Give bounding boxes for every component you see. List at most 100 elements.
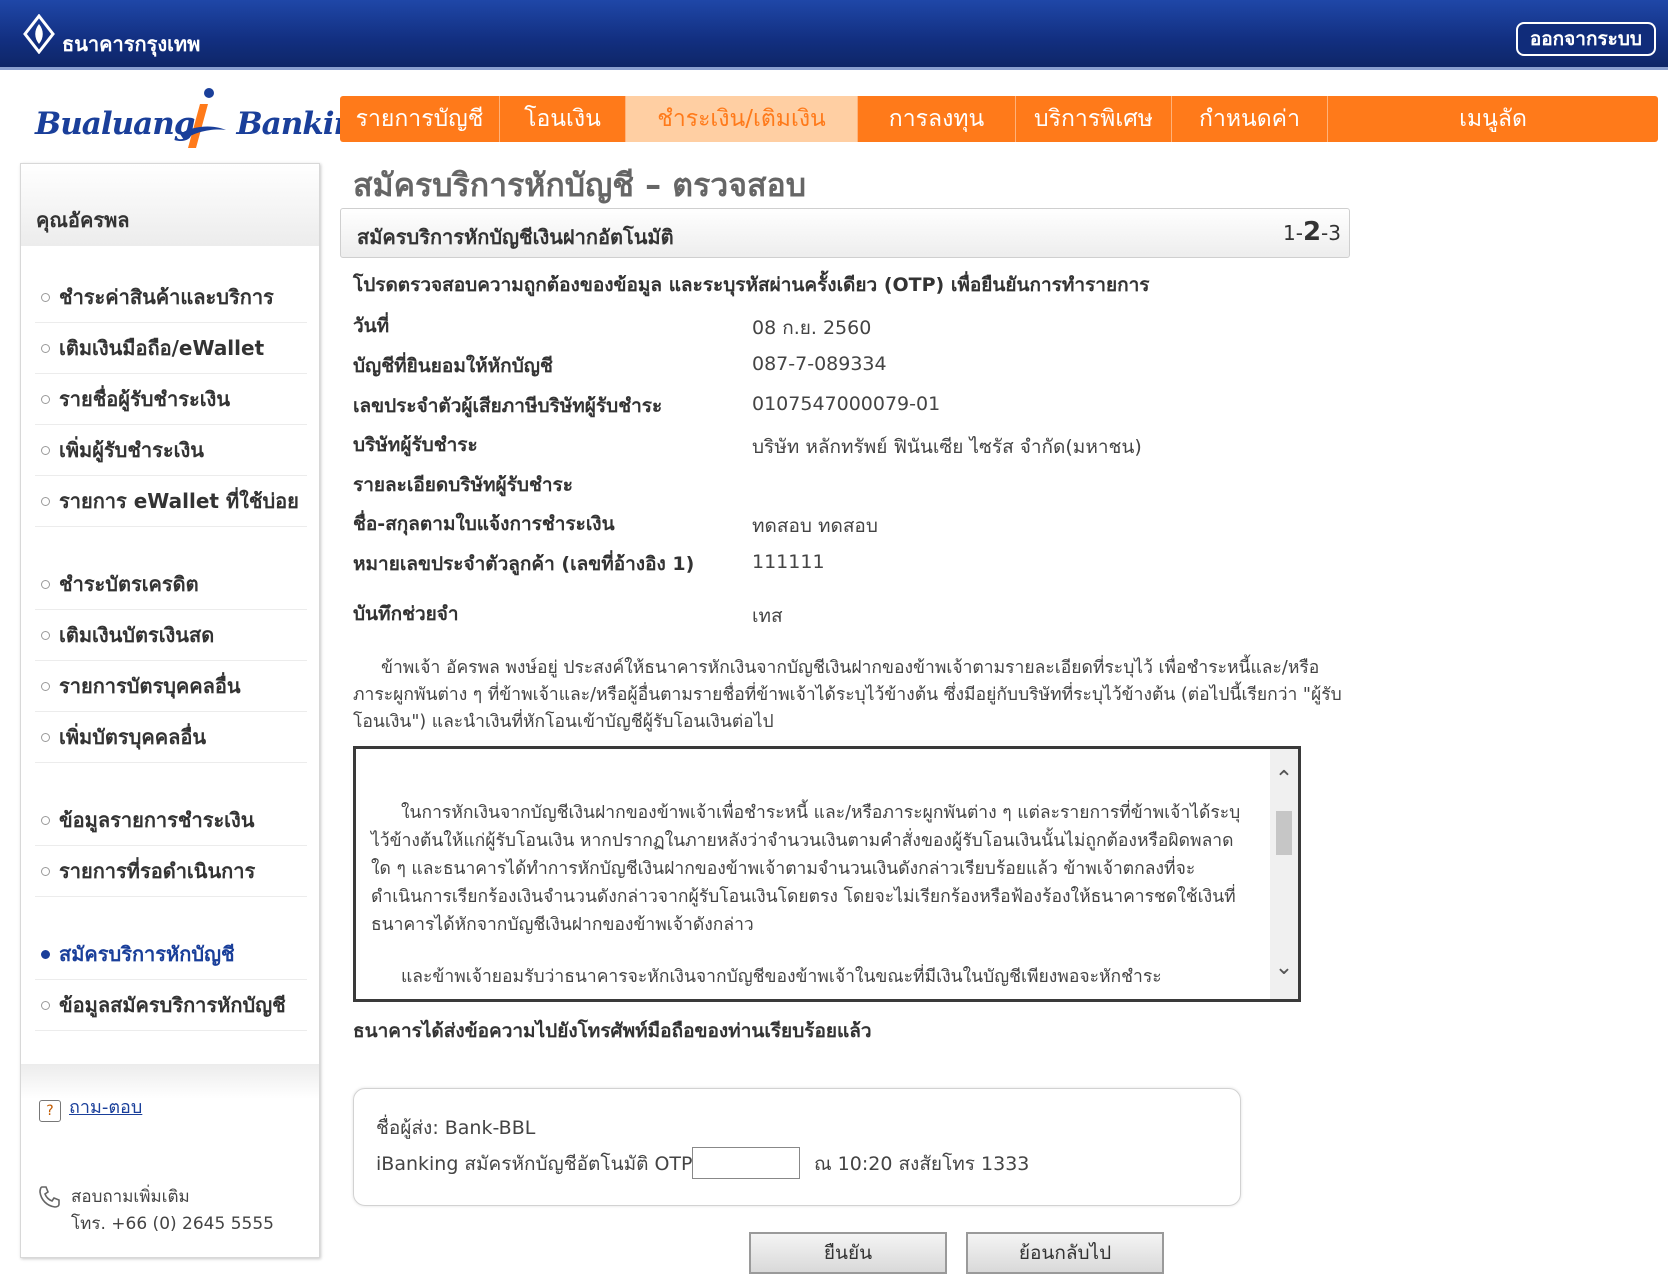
faq-label: ถาม-ตอบ: [69, 1097, 143, 1118]
bullet-icon: [41, 497, 50, 506]
contact-line2: โทร. +66 (0) 2645 5555: [71, 1214, 274, 1234]
bullet-icon: [41, 446, 50, 455]
contact-line1: สอบถามเพิ่มเติม: [71, 1187, 190, 1207]
sidebar-item-label: ข้อมูลรายการชำระเงิน: [59, 808, 255, 832]
bullet-icon: [41, 816, 50, 825]
otp-input[interactable]: [692, 1147, 800, 1179]
nav-item-investment[interactable]: การลงทุน: [858, 96, 1016, 142]
sidebar-item-label: รายการ eWallet ที่ใช้บ่อย: [59, 489, 299, 513]
instruction-text: โปรดตรวจสอบความถูกต้องของข้อมูล และระบุร…: [353, 274, 1150, 296]
terms-text: ในการหักเงินจากบัญชีเงินฝากของข้าพเจ้าเพ…: [371, 799, 1241, 999]
sidebar-item-label: รายการที่รอดำเนินการ: [59, 859, 256, 883]
detail-value: 0107547000079-01: [752, 393, 941, 415]
sidebar-item-pay-bills[interactable]: ชำระค่าสินค้าและบริการ: [35, 272, 307, 323]
sidebar-item-topup-cash-card[interactable]: เติมเงินบัตรเงินสด: [35, 610, 307, 661]
sidebar-item-pending-transactions[interactable]: รายการที่รอดำเนินการ: [35, 846, 307, 897]
bullet-icon: [41, 950, 50, 959]
scroll-up-icon[interactable]: ⌃: [1270, 763, 1298, 797]
bullet-icon: [41, 580, 50, 589]
sidebar-item-label: ชำระค่าสินค้าและบริการ: [59, 285, 274, 309]
sidebar-item-payment-info[interactable]: ข้อมูลรายการชำระเงิน: [35, 795, 307, 846]
sidebar-item-label: เติมเงินบัตรเงินสด: [59, 623, 215, 647]
section-title: สมัครบริการหักบัญชีเงินฝากอัตโนมัติ: [357, 225, 674, 249]
nav-item-special-services[interactable]: บริการพิเศษ: [1016, 96, 1172, 142]
sidebar-help: ? ถาม-ตอบ สอบถามเพิ่มเติม โทร. +66 (0) 26…: [21, 1064, 319, 1257]
phone-icon: [39, 1186, 60, 1208]
detail-label: เลขประจำตัวผู้เสียภาษีบริษัทผู้รับชำระ: [353, 395, 663, 417]
otp-sender: ชื่อผู้ส่ง: Bank-BBL: [376, 1117, 536, 1139]
sidebar-group-direct-debit: สมัครบริการหักบัญชี ข้อมูลสมัครบริการหัก…: [21, 929, 319, 1031]
confirm-button[interactable]: ยืนยัน: [749, 1232, 947, 1274]
detail-label: บัญชีที่ยินยอมให้หักบัญชี: [353, 355, 553, 377]
faq-link[interactable]: ? ถาม-ตอบ: [39, 1092, 142, 1122]
bank-name: ธนาคารกรุงเทพ: [62, 32, 201, 56]
bullet-icon: [41, 344, 50, 353]
page-title: สมัครบริการหักบัญชี – ตรวจสอบ: [353, 166, 807, 204]
scroll-down-icon[interactable]: ⌄: [1270, 951, 1298, 985]
sidebar-item-topup-mobile-ewallet[interactable]: เติมเงินมือถือ/eWallet: [35, 323, 307, 374]
detail-value: บริษัท หลักทรัพย์ ฟินันเซีย ไซรัส จำกัด(…: [752, 436, 1142, 458]
brand-left: Bualuang: [35, 106, 195, 142]
bullet-icon: [41, 293, 50, 302]
detail-value: 08 ก.ย. 2560: [752, 317, 872, 339]
sidebar-item-label: เติมเงินมือถือ/eWallet: [59, 336, 265, 360]
consent-text: ข้าพเจ้า อัครพล พงษ์อยู่ ประสงค์ให้ธนาคา…: [353, 655, 1348, 736]
sidebar: คุณอัครพล ชำระค่าสินค้าและบริการ เติมเงิ…: [20, 163, 320, 1258]
question-icon: ?: [39, 1100, 61, 1122]
sidebar-item-label: ข้อมูลสมัครบริการหักบัญชี: [59, 993, 286, 1017]
nav-item-transfer[interactable]: โอนเงิน: [500, 96, 626, 142]
step-prefix: 1-: [1283, 221, 1303, 245]
nav-item-shortcut-menu[interactable]: เมนูลัด: [1328, 96, 1658, 142]
bullet-icon: [41, 682, 50, 691]
detail-label: บันทึกช่วยจำ: [353, 603, 459, 625]
otp-time-note: ณ 10:20 สงสัยโทร 1333: [814, 1153, 1030, 1175]
detail-label: หมายเลขประจำตัวลูกค้า (เลขที่อ้างอิง 1): [353, 553, 695, 575]
sidebar-item-label: สมัครบริการหักบัญชี: [59, 942, 235, 966]
sidebar-user-name: คุณอัครพล: [21, 164, 319, 246]
sidebar-item-direct-debit-info[interactable]: ข้อมูลสมัครบริการหักบัญชี: [35, 980, 307, 1031]
sms-sent-notice: ธนาคารได้ส่งข้อความไปยังโทรศัพท์มือถือขอ…: [353, 1020, 872, 1042]
sidebar-item-other-cards[interactable]: รายการบัตรบุคคลอื่น: [35, 661, 307, 712]
nav-item-accounts[interactable]: รายการบัญชี: [340, 96, 500, 142]
detail-value: เทส: [752, 605, 783, 627]
back-button[interactable]: ย้อนกลับไป: [966, 1232, 1164, 1274]
sidebar-item-label: เพิ่มบัตรบุคคลอื่น: [59, 725, 207, 749]
sidebar-item-pay-credit-card[interactable]: ชำระบัตรเครดิต: [35, 559, 307, 610]
bullet-icon: [41, 631, 50, 640]
sidebar-item-label: เพิ่มผู้รับชำระเงิน: [59, 438, 204, 462]
detail-value: 111111: [752, 551, 825, 573]
otp-panel: ชื่อผู้ส่ง: Bank-BBL iBanking สมัครหักบั…: [353, 1088, 1241, 1206]
bullet-icon: [41, 395, 50, 404]
consent-body: ข้าพเจ้า อัครพล พงษ์อยู่ ประสงค์ให้ธนาคา…: [353, 658, 1342, 732]
bullet-icon: [41, 733, 50, 742]
bullet-icon: [41, 867, 50, 876]
nav-item-settings[interactable]: กำหนดค่า: [1172, 96, 1328, 142]
sidebar-item-add-other-card[interactable]: เพิ่มบัตรบุคคลอื่น: [35, 712, 307, 763]
sidebar-group-cards: ชำระบัตรเครดิต เติมเงินบัตรเงินสด รายการ…: [21, 559, 319, 763]
detail-label: ชื่อ-สกุลตามใบแจ้งการชำระเงิน: [353, 513, 615, 535]
detail-value: 087-7-089334: [752, 353, 887, 375]
sidebar-item-add-biller[interactable]: เพิ่มผู้รับชำระเงิน: [35, 425, 307, 476]
top-bar: ธนาคารกรุงเทพ ออกจากระบบ: [0, 0, 1668, 70]
sidebar-item-label: รายชื่อผู้รับชำระเงิน: [59, 387, 230, 411]
step-indicator: 1-2-3: [1283, 217, 1341, 247]
nav-item-payment-topup[interactable]: ชำระเงิน/เติมเงิน: [626, 96, 858, 142]
sidebar-group-info: ข้อมูลรายการชำระเงิน รายการที่รอดำเนินกา…: [21, 795, 319, 897]
detail-value: ทดสอบ ทดสอบ: [752, 515, 878, 537]
bank-lotus-logo-icon: [23, 14, 55, 54]
otp-label: iBanking สมัครหักบัญชีอัตโนมัติ OTP: [376, 1153, 693, 1175]
sidebar-item-label: ชำระบัตรเครดิต: [59, 572, 199, 596]
detail-label: บริษัทผู้รับชำระ: [353, 434, 478, 456]
terms-paragraph-1: ในการหักเงินจากบัญชีเงินฝากของข้าพเจ้าเพ…: [371, 803, 1241, 935]
logout-button[interactable]: ออกจากระบบ: [1515, 22, 1656, 56]
sidebar-item-biller-list[interactable]: รายชื่อผู้รับชำระเงิน: [35, 374, 307, 425]
scroll-thumb[interactable]: [1276, 811, 1292, 855]
sidebar-item-frequent-ewallet[interactable]: รายการ eWallet ที่ใช้บ่อย: [35, 476, 307, 527]
sidebar-group-payments: ชำระค่าสินค้าและบริการ เติมเงินมือถือ/eW…: [21, 246, 319, 527]
step-suffix: -3: [1321, 221, 1341, 245]
section-header: สมัครบริการหักบัญชีเงินฝากอัตโนมัติ 1-2-…: [340, 208, 1350, 258]
sidebar-item-register-direct-debit[interactable]: สมัครบริการหักบัญชี: [35, 929, 307, 980]
terms-scrollbox[interactable]: ในการหักเงินจากบัญชีเงินฝากของข้าพเจ้าเพ…: [353, 746, 1301, 1002]
terms-scrollbar[interactable]: ⌃ ⌄: [1270, 749, 1298, 999]
sidebar-item-label: รายการบัตรบุคคลอื่น: [59, 674, 241, 698]
